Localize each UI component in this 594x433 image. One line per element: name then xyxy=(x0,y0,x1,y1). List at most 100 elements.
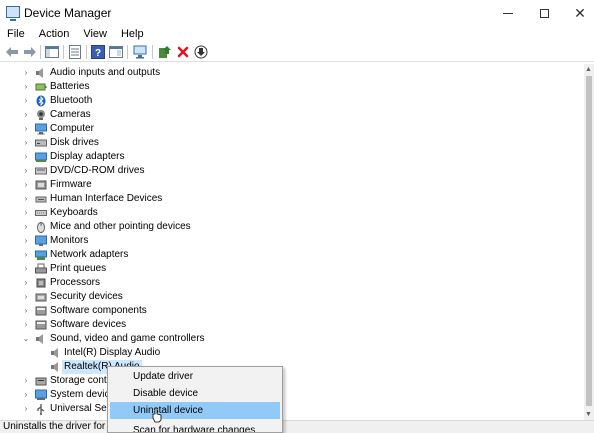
expand-chevron-icon[interactable]: › xyxy=(22,318,30,332)
tree-item-label: Disk drives xyxy=(50,137,99,148)
scan-hardware-button[interactable] xyxy=(132,44,148,60)
tree-item-label: Mice and other pointing devices xyxy=(50,221,191,232)
show-hide-console-tree-button[interactable] xyxy=(44,44,60,60)
tree-item-label: Display adapters xyxy=(50,151,125,162)
menu-help[interactable]: Help xyxy=(114,26,151,42)
back-arrow-icon xyxy=(6,47,18,57)
expand-chevron-icon[interactable]: › xyxy=(22,206,30,220)
view-button[interactable] xyxy=(108,44,124,60)
printer-icon xyxy=(35,263,47,274)
mouse-pointer-icon xyxy=(152,407,162,423)
storage-controller-icon xyxy=(35,377,47,386)
speaker-icon xyxy=(51,362,58,372)
dvd-drive-icon xyxy=(35,167,47,175)
expand-chevron-icon[interactable]: › xyxy=(22,94,30,108)
tree-item-label: System device xyxy=(50,389,116,400)
properties-button[interactable] xyxy=(67,44,83,60)
menu-item-disable-device[interactable]: Disable device xyxy=(110,385,280,402)
update-driver-button[interactable] xyxy=(157,44,173,60)
expand-chevron-icon[interactable]: › xyxy=(22,122,30,136)
expand-chevron-icon[interactable]: › xyxy=(22,192,30,206)
back-button[interactable] xyxy=(4,44,20,60)
system-device-icon xyxy=(35,389,47,400)
scan-hardware-icon xyxy=(133,45,147,59)
device-manager-app-icon xyxy=(6,6,20,21)
menu-bar: File Action View Help xyxy=(0,26,594,42)
speaker-icon xyxy=(51,348,58,358)
expand-chevron-icon[interactable]: › xyxy=(22,304,30,318)
expand-chevron-icon[interactable]: › xyxy=(22,262,30,276)
expand-chevron-icon[interactable]: › xyxy=(22,66,30,80)
menu-view[interactable]: View xyxy=(76,26,114,42)
tree-item-label: Human Interface Devices xyxy=(50,193,163,204)
maximize-button[interactable] xyxy=(526,0,562,26)
help-button[interactable]: ? xyxy=(90,44,106,60)
close-button[interactable]: ✕ xyxy=(562,0,594,26)
tree-item-label: Cameras xyxy=(50,109,91,120)
expand-chevron-icon[interactable]: › xyxy=(22,388,30,402)
disk-drive-icon xyxy=(35,139,47,147)
expand-chevron-icon[interactable]: › xyxy=(22,136,30,150)
expand-chevron-icon[interactable]: › xyxy=(22,290,30,304)
speaker-icon xyxy=(36,68,43,78)
toolbar-separator xyxy=(63,45,64,59)
expand-chevron-icon[interactable]: › xyxy=(22,80,30,94)
display-adapter-icon xyxy=(35,152,47,162)
camera-icon xyxy=(37,110,45,120)
expand-chevron-icon[interactable]: › xyxy=(22,276,30,290)
mouse-icon xyxy=(37,222,45,233)
expand-chevron-icon[interactable]: › xyxy=(22,108,30,122)
tree-item-label: Processors xyxy=(50,277,101,288)
hid-icon xyxy=(35,196,47,203)
vertical-scrollbar[interactable]: ▲ ▼ xyxy=(584,64,594,420)
expand-chevron-icon[interactable]: › xyxy=(22,374,30,388)
collapse-chevron-icon[interactable]: ⌄ xyxy=(22,332,30,346)
bluetooth-icon xyxy=(36,95,46,107)
show-hide-console-tree-icon xyxy=(45,46,59,58)
menu-item-uninstall-device[interactable]: Uninstall device xyxy=(110,402,280,419)
forward-arrow-icon xyxy=(24,47,36,57)
maximize-icon xyxy=(539,8,549,18)
update-driver-icon xyxy=(159,46,171,58)
properties-icon xyxy=(69,45,81,59)
expand-chevron-icon[interactable]: › xyxy=(22,150,30,164)
uninstall-device-icon xyxy=(177,46,189,58)
menu-item-update-driver[interactable]: Update driver xyxy=(110,368,280,385)
minimize-button[interactable] xyxy=(490,0,526,26)
expand-chevron-icon[interactable]: › xyxy=(22,402,30,416)
download-button[interactable] xyxy=(193,44,209,60)
tree-item-label: Storage contro xyxy=(50,375,116,386)
tree-item-label: Batteries xyxy=(50,81,90,92)
speaker-icon xyxy=(36,334,43,344)
toolbar-separator xyxy=(40,45,41,59)
tree-item-label: Monitors xyxy=(50,235,89,246)
scroll-down-arrow-icon[interactable]: ▼ xyxy=(585,411,592,418)
keyboard-icon xyxy=(35,210,47,216)
uninstall-device-button[interactable] xyxy=(175,44,191,60)
forward-button[interactable] xyxy=(22,44,38,60)
tree-item-label: Computer xyxy=(50,123,94,134)
scrollbar-thumb[interactable] xyxy=(586,76,592,406)
menu-file[interactable]: File xyxy=(0,26,32,42)
tree-item-label: Bluetooth xyxy=(50,95,93,106)
device-tree[interactable]: › Audio inputs and outputs › Batteries ›… xyxy=(0,64,584,420)
tree-item-label: Software devices xyxy=(50,319,127,330)
scroll-up-arrow-icon[interactable]: ▲ xyxy=(585,66,592,73)
menu-item-scan-hardware-changes[interactable]: Scan for hardware changes xyxy=(110,422,280,432)
title-bar: Device Manager ✕ xyxy=(0,0,594,26)
expand-chevron-icon[interactable]: › xyxy=(22,220,30,234)
expand-chevron-icon[interactable]: › xyxy=(22,178,30,192)
expand-chevron-icon[interactable]: › xyxy=(22,248,30,262)
usb-icon xyxy=(37,404,45,415)
help-icon: ? xyxy=(91,45,105,59)
tree-item-label: Firmware xyxy=(50,179,92,190)
toolbar-separator xyxy=(86,45,87,59)
expand-chevron-icon[interactable]: › xyxy=(22,234,30,248)
menu-action[interactable]: Action xyxy=(32,26,77,42)
firmware-icon xyxy=(35,180,47,190)
tree-item-label: Audio inputs and outputs xyxy=(50,67,161,78)
expand-chevron-icon[interactable]: › xyxy=(22,164,30,178)
toolbar: ? xyxy=(0,42,594,62)
svg-text:?: ? xyxy=(95,48,101,59)
software-device-icon xyxy=(35,320,47,330)
